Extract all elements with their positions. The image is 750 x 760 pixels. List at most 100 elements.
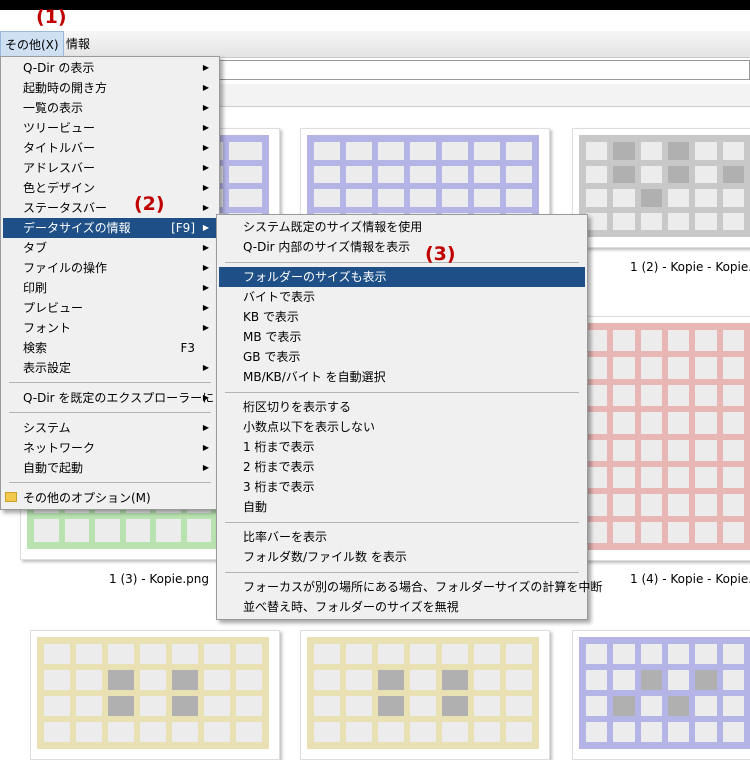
menu-item-label: ファイルの操作 xyxy=(23,261,108,275)
submenu-arrow-icon: ▶ xyxy=(202,323,209,332)
menu-item-label: Q-Dir の表示 xyxy=(23,61,95,75)
menu-item-label: プレビュー xyxy=(23,301,84,315)
file-caption[interactable]: 1 (4) - Kopie - Kopie.png xyxy=(630,572,750,586)
data-size-submenu: システム既定のサイズ情報を使用 Q-Dir 内部のサイズ情報を表示 フォルダーのサイ… xyxy=(216,214,602,620)
menu-item-label: システム xyxy=(23,421,71,435)
menu-item[interactable]: 表示設定 ▶ xyxy=(3,358,217,378)
menu-item[interactable]: 起動時の開き方 ▶ xyxy=(3,78,217,98)
menu-item[interactable]: ファイルの操作 ▶ xyxy=(3,258,217,278)
menu-item-label: その他のオプション(M) xyxy=(23,491,151,505)
thumbnail-image xyxy=(579,637,750,749)
menu-item[interactable]: アドレスバー ▶ xyxy=(3,158,217,178)
image-thumbnail[interactable] xyxy=(572,316,750,561)
menu-item[interactable]: 印刷 ▶ xyxy=(3,278,217,298)
submenu-arrow-icon: ▶ xyxy=(202,303,209,312)
menu-item-label: ステータスバー xyxy=(23,201,108,215)
menu-item[interactable]: ステータスバー ▶ xyxy=(3,198,217,218)
menu-separator xyxy=(225,572,579,573)
menu-item-label: Q-Dir を既定のエクスプローラーに xyxy=(23,391,215,405)
submenu-arrow-icon: ▶ xyxy=(202,83,209,92)
menu-item[interactable]: データサイズの情報 [F9] ▶ xyxy=(3,218,217,238)
folder-icon xyxy=(5,492,17,502)
menu-item[interactable]: その他のオプション(M) xyxy=(3,488,217,508)
submenu-item-label: Q-Dir 内部のサイズ情報を表示 xyxy=(243,240,411,254)
submenu-item-label: MB/KB/バイト を自動選択 xyxy=(243,370,386,384)
submenu-item[interactable]: 桁区切りを表示する xyxy=(219,397,585,417)
submenu-arrow-icon: ▶ xyxy=(202,143,209,152)
address-bar[interactable] xyxy=(216,60,750,80)
submenu-item[interactable]: フォルダ数/ファイル数 を表示 xyxy=(219,547,585,567)
submenu-item[interactable]: MB で表示 xyxy=(219,327,585,347)
submenu-item[interactable]: MB/KB/バイト を自動選択 xyxy=(219,367,585,387)
submenu-arrow-icon: ▶ xyxy=(202,463,209,472)
menu-item[interactable]: 一覧の表示 ▶ xyxy=(3,98,217,118)
annotation-3: (3) xyxy=(425,243,456,265)
submenu-item-label: 1 桁まで表示 xyxy=(243,440,315,454)
submenu-item[interactable]: 3 桁まで表示 xyxy=(219,477,585,497)
submenu-item-label: MB で表示 xyxy=(243,330,302,344)
submenu-item[interactable]: システム既定のサイズ情報を使用 xyxy=(219,217,585,237)
submenu-item-label: フォルダーのサイズも表示 xyxy=(243,270,387,284)
menu-item[interactable]: ネットワーク ▶ xyxy=(3,438,217,458)
menu-item[interactable]: プレビュー ▶ xyxy=(3,298,217,318)
annotation-1: (1) xyxy=(36,6,67,28)
submenu-arrow-icon: ▶ xyxy=(202,263,209,272)
submenu-item-label: 自動 xyxy=(243,500,268,514)
submenu-item-label: GB で表示 xyxy=(243,350,301,364)
submenu-item[interactable]: フォーカスが別の場所にある場合、フォルダーサイズの計算を中断 xyxy=(219,577,602,597)
thumbnail-image xyxy=(579,323,750,550)
menu-item-label: タブ xyxy=(23,241,48,255)
submenu-arrow-icon: ▶ xyxy=(202,203,209,212)
submenu-arrow-icon: ▶ xyxy=(202,123,209,132)
thumbnail-image xyxy=(579,135,750,237)
menu-separator xyxy=(9,482,211,483)
submenu-item-label: 並べ替え時、フォルダーのサイズを無視 xyxy=(243,600,459,614)
menu-separator xyxy=(9,412,211,413)
menu-item-label: データサイズの情報 xyxy=(23,221,131,235)
submenu-item-label: 比率バーを表示 xyxy=(243,530,328,544)
menu-item[interactable]: タイトルバー ▶ xyxy=(3,138,217,158)
menu-item[interactable]: 自動で起動 ▶ xyxy=(3,458,217,478)
image-thumbnail[interactable] xyxy=(30,630,280,760)
menu-separator xyxy=(225,262,579,263)
submenu-item[interactable]: KB で表示 xyxy=(219,307,585,327)
menu-item[interactable]: ツリービュー ▶ xyxy=(3,118,217,138)
submenu-item[interactable]: 1 桁まで表示 xyxy=(219,437,585,457)
submenu-arrow-icon: ▶ xyxy=(202,423,209,432)
submenu-item[interactable]: Q-Dir 内部のサイズ情報を表示 xyxy=(219,237,585,257)
menu-other[interactable]: その他(X) xyxy=(0,31,64,57)
menu-item[interactable]: タブ ▶ xyxy=(3,238,217,258)
submenu-item[interactable]: 比率バーを表示 xyxy=(219,527,585,547)
image-thumbnail[interactable] xyxy=(572,128,750,248)
column-header-bar xyxy=(216,84,750,107)
menu-item[interactable]: Q-Dir の表示 ▶ xyxy=(3,58,217,78)
menu-item-label: ネットワーク xyxy=(23,441,96,455)
menu-item[interactable]: フォント ▶ xyxy=(3,318,217,338)
file-caption[interactable]: 1 (3) - Kopie.png xyxy=(109,572,209,586)
submenu-item[interactable]: GB で表示 xyxy=(219,347,585,367)
file-caption[interactable]: 1 (2) - Kopie - Kopie.png xyxy=(630,260,750,274)
menu-item[interactable]: 色とデザイン ▶ xyxy=(3,178,217,198)
submenu-item[interactable]: 自動 xyxy=(219,497,585,517)
submenu-arrow-icon: ▶ xyxy=(202,283,209,292)
menu-info[interactable]: 情報 xyxy=(62,31,94,57)
menu-item[interactable]: システム ▶ xyxy=(3,418,217,438)
thumbnail-image xyxy=(307,637,539,749)
submenu-arrow-icon: ▶ xyxy=(202,103,209,112)
submenu-arrow-icon: ▶ xyxy=(202,443,209,452)
submenu-arrow-icon: ▶ xyxy=(202,183,209,192)
submenu-item-label: 桁区切りを表示する xyxy=(243,400,352,414)
submenu-item[interactable]: 並べ替え時、フォルダーのサイズを無視 xyxy=(219,597,585,617)
menu-item-label: 検索 xyxy=(23,341,48,355)
submenu-arrow-icon: ▶ xyxy=(202,223,209,232)
menu-item[interactable]: 検索 F3 xyxy=(3,338,217,358)
submenu-item[interactable]: バイトで表示 xyxy=(219,287,585,307)
image-thumbnail[interactable] xyxy=(300,630,550,760)
submenu-item[interactable]: フォルダーのサイズも表示 xyxy=(219,267,585,287)
menu-item-label: 自動で起動 xyxy=(23,461,84,475)
submenu-item[interactable]: 2 桁まで表示 xyxy=(219,457,585,477)
menu-item-label: 一覧の表示 xyxy=(23,101,84,115)
image-thumbnail[interactable] xyxy=(572,630,750,760)
menu-item[interactable]: Q-Dir を既定のエクスプローラーに ▶ xyxy=(3,388,217,408)
submenu-item[interactable]: 小数点以下を表示しない xyxy=(219,417,585,437)
